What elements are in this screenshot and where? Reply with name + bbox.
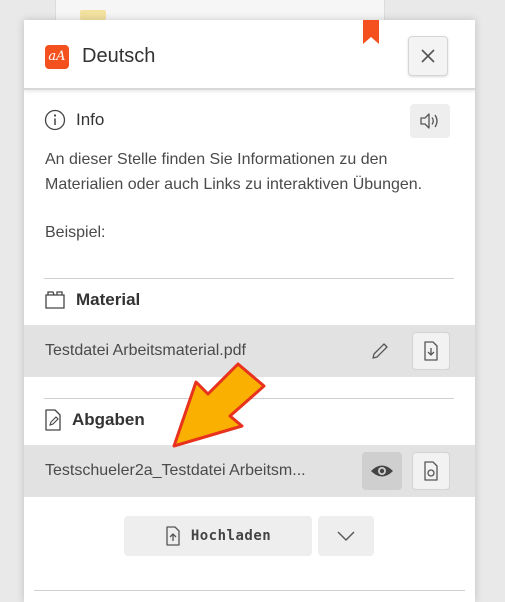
abgaben-file-name[interactable]: Testschueler2a_Testdatei Arbeitsm... — [45, 445, 355, 497]
annotation-arrow-icon — [172, 362, 266, 448]
info-title: Info — [76, 110, 105, 129]
upload-label: Hochladen — [190, 528, 272, 544]
chevron-down-icon — [337, 531, 355, 541]
material-header: Material — [44, 286, 140, 314]
info-text: An dieser Stelle finden Sie Informatione… — [45, 148, 455, 258]
edit-button[interactable] — [360, 332, 400, 370]
close-button[interactable] — [408, 36, 448, 76]
info-paragraph: An dieser Stelle finden Sie Informatione… — [45, 151, 423, 193]
material-title: Material — [76, 290, 141, 309]
panel-title: Deutsch — [82, 45, 156, 67]
abgaben-title: Abgaben — [72, 410, 145, 429]
info-header: Info — [44, 106, 104, 134]
material-panel: aA Deutsch Info An dieser Stelle finden … — [24, 20, 475, 602]
view-button[interactable] — [362, 452, 402, 490]
speaker-icon — [420, 113, 438, 129]
info-example-label: Beispiel: — [45, 224, 106, 241]
file-download-icon — [424, 341, 438, 361]
abgaben-file-row[interactable]: Testschueler2a_Testdatei Arbeitsm... — [24, 445, 475, 497]
abgaben-header: Abgaben — [44, 406, 145, 434]
info-icon — [44, 109, 66, 131]
eye-icon — [371, 465, 393, 477]
pencil-icon — [372, 343, 388, 359]
file-info-button[interactable] — [412, 452, 450, 490]
upload-button[interactable]: Hochladen — [124, 516, 312, 556]
folder-icon — [45, 291, 65, 309]
panel-header: aA Deutsch — [24, 20, 475, 90]
close-icon — [421, 49, 435, 63]
upload-options-button[interactable] — [318, 516, 374, 556]
file-upload-icon — [166, 526, 180, 546]
read-aloud-button[interactable] — [410, 104, 450, 138]
file-settings-icon — [424, 461, 438, 481]
background-badge — [80, 10, 106, 20]
divider — [44, 278, 454, 279]
download-button[interactable] — [412, 332, 450, 370]
subject-logo: aA — [45, 45, 69, 69]
file-edit-icon — [45, 409, 61, 431]
divider — [34, 590, 465, 591]
